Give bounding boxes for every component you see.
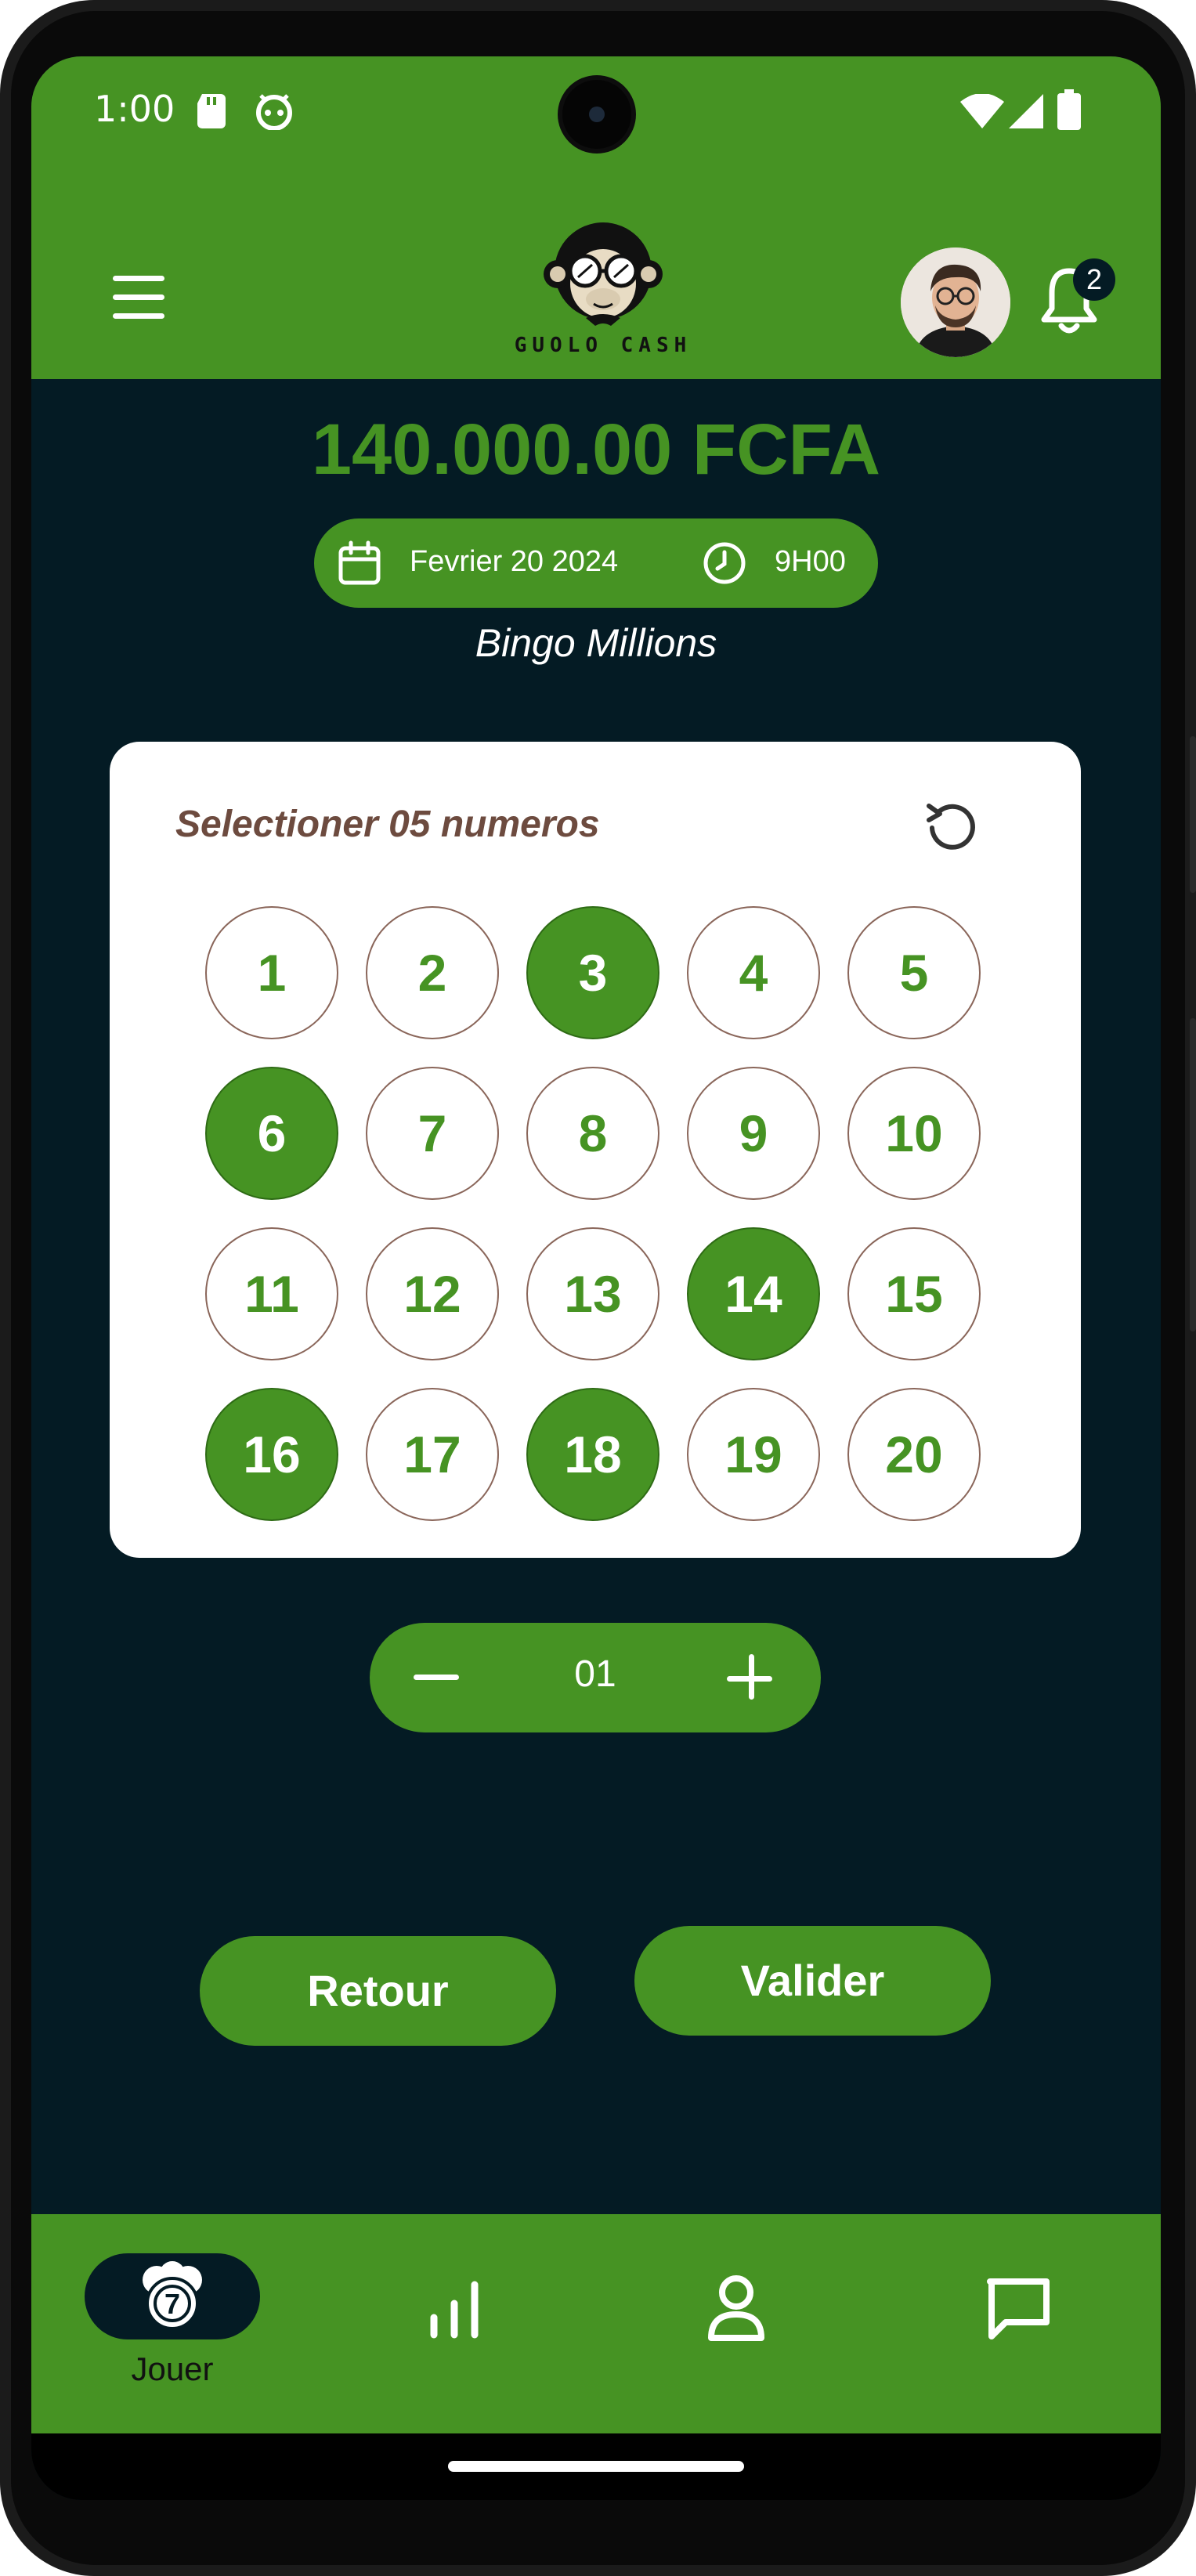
bottom-navigation: 7 Jouer: [31, 2214, 1161, 2433]
chat-icon: [987, 2278, 1050, 2339]
profile-icon: [708, 2275, 764, 2341]
jackpot-amount: 140.000.00 FCFA: [311, 410, 881, 490]
nav-active-indicator: 7: [85, 2253, 260, 2339]
calendar-icon: [338, 540, 381, 585]
number-ball-13[interactable]: 13: [526, 1227, 659, 1360]
draw-date: Fevrier 20 2024: [410, 545, 619, 578]
number-ball-9[interactable]: 9: [687, 1067, 820, 1200]
clock-icon: [703, 542, 746, 584]
notification-badge: 2: [1073, 258, 1115, 301]
reset-icon[interactable]: [921, 795, 984, 858]
selection-title: Selectioner 05 numeros: [175, 804, 600, 845]
lottery-balls-icon: 7: [143, 2261, 202, 2330]
number-ball-3[interactable]: 3: [526, 906, 659, 1039]
nav-item-stats[interactable]: [407, 2261, 501, 2355]
number-ball-2[interactable]: 2: [366, 906, 499, 1039]
number-ball-5[interactable]: 5: [847, 906, 981, 1039]
number-ball-4[interactable]: 4: [687, 906, 820, 1039]
number-ball-20[interactable]: 20: [847, 1388, 981, 1521]
number-ball-11[interactable]: 11: [205, 1227, 338, 1360]
number-ball-6[interactable]: 6: [205, 1067, 338, 1200]
number-ball-18[interactable]: 18: [526, 1388, 659, 1521]
draw-time: 9H00: [775, 545, 846, 578]
logo-text: GUOLO CASH: [514, 334, 692, 357]
number-selection-card: Selectioner 05 numeros 1 2 3 4 5 6 7 8 9 10 11 12 13…: [110, 742, 1081, 1558]
draw-datetime-bar: Fevrier 20 2024 9H00: [314, 518, 878, 608]
volume-button: [1190, 1018, 1196, 1331]
game-name: Bingo Millions: [475, 621, 717, 665]
battery-icon: [1057, 89, 1081, 130]
phone-screen: 1:00 GUOLO CASH 2 140.000.00 FCFA Fevrie…: [31, 56, 1161, 2500]
monkey-logo-icon: [544, 222, 663, 326]
number-ball-8[interactable]: 8: [526, 1067, 659, 1200]
quantity-stepper: 01: [370, 1623, 821, 1732]
nav-item-jouer[interactable]: 7 Jouer: [31, 2214, 313, 2433]
back-button[interactable]: Retour: [200, 1936, 556, 2046]
home-indicator[interactable]: [448, 2461, 744, 2472]
android-icon: [256, 94, 292, 130]
wifi-icon: [960, 94, 1004, 128]
nav-label-jouer: Jouer: [131, 2350, 214, 2387]
front-camera: [562, 80, 631, 149]
nav-item-profile[interactable]: [689, 2261, 783, 2355]
number-ball-15[interactable]: 15: [847, 1227, 981, 1360]
sd-card-icon: [197, 94, 226, 128]
signal-icon: [1009, 94, 1043, 128]
nav-item-chat[interactable]: [971, 2261, 1065, 2355]
increment-button[interactable]: [724, 1651, 779, 1706]
app-logo: GUOLO CASH: [486, 222, 721, 357]
number-ball-12[interactable]: 12: [366, 1227, 499, 1360]
number-ball-10[interactable]: 10: [847, 1067, 981, 1200]
number-ball-14[interactable]: 14: [687, 1227, 820, 1360]
number-ball-7[interactable]: 7: [366, 1067, 499, 1200]
quantity-value: 01: [574, 1653, 616, 1695]
number-ball-16[interactable]: 16: [205, 1388, 338, 1521]
number-ball-1[interactable]: 1: [205, 906, 338, 1039]
hamburger-menu-icon[interactable]: [113, 276, 164, 319]
stats-icon: [430, 2281, 479, 2339]
gesture-bar: [31, 2433, 1161, 2500]
power-button: [1190, 736, 1196, 893]
decrement-button[interactable]: [410, 1654, 465, 1701]
user-avatar[interactable]: [901, 247, 1010, 357]
status-time: 1:00: [94, 88, 175, 130]
number-ball-19[interactable]: 19: [687, 1388, 820, 1521]
number-ball-17[interactable]: 17: [366, 1388, 499, 1521]
app-header: GUOLO CASH 2: [31, 190, 1161, 379]
validate-button[interactable]: Valider: [634, 1926, 991, 2036]
avatar-portrait: [901, 247, 1010, 357]
svg-text:7: 7: [164, 2288, 180, 2320]
